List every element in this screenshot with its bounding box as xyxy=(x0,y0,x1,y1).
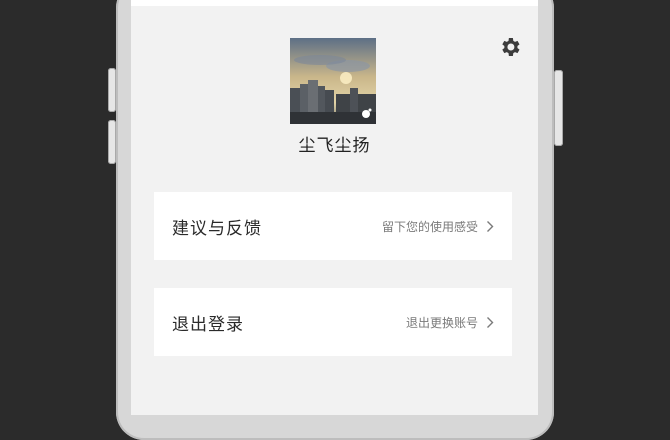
app-screen: 尘飞尘扬 建议与反馈 留下您的使用感受 退出登录 退出更换账号 xyxy=(131,0,538,415)
avatar-photo xyxy=(290,38,376,124)
chevron-right-icon xyxy=(487,220,494,232)
gear-icon xyxy=(502,38,520,56)
avatar[interactable] xyxy=(290,38,376,124)
menu-item-label: 退出登录 xyxy=(172,314,244,335)
menu-item-feedback[interactable]: 建议与反馈 留下您的使用感受 xyxy=(154,192,512,260)
volume-down-button xyxy=(108,120,116,164)
username: 尘飞尘扬 xyxy=(298,136,371,156)
menu-item-hint: 退出更换账号 xyxy=(405,315,478,330)
volume-up-button xyxy=(108,68,116,112)
chevron-right-icon xyxy=(487,316,494,328)
menu-item-logout[interactable]: 退出登录 退出更换账号 xyxy=(154,288,512,356)
top-bar xyxy=(131,0,538,6)
menu-item-hint: 留下您的使用感受 xyxy=(381,219,478,234)
power-button xyxy=(554,70,563,146)
menu-item-label: 建议与反馈 xyxy=(172,218,262,239)
settings-button[interactable] xyxy=(495,32,525,62)
